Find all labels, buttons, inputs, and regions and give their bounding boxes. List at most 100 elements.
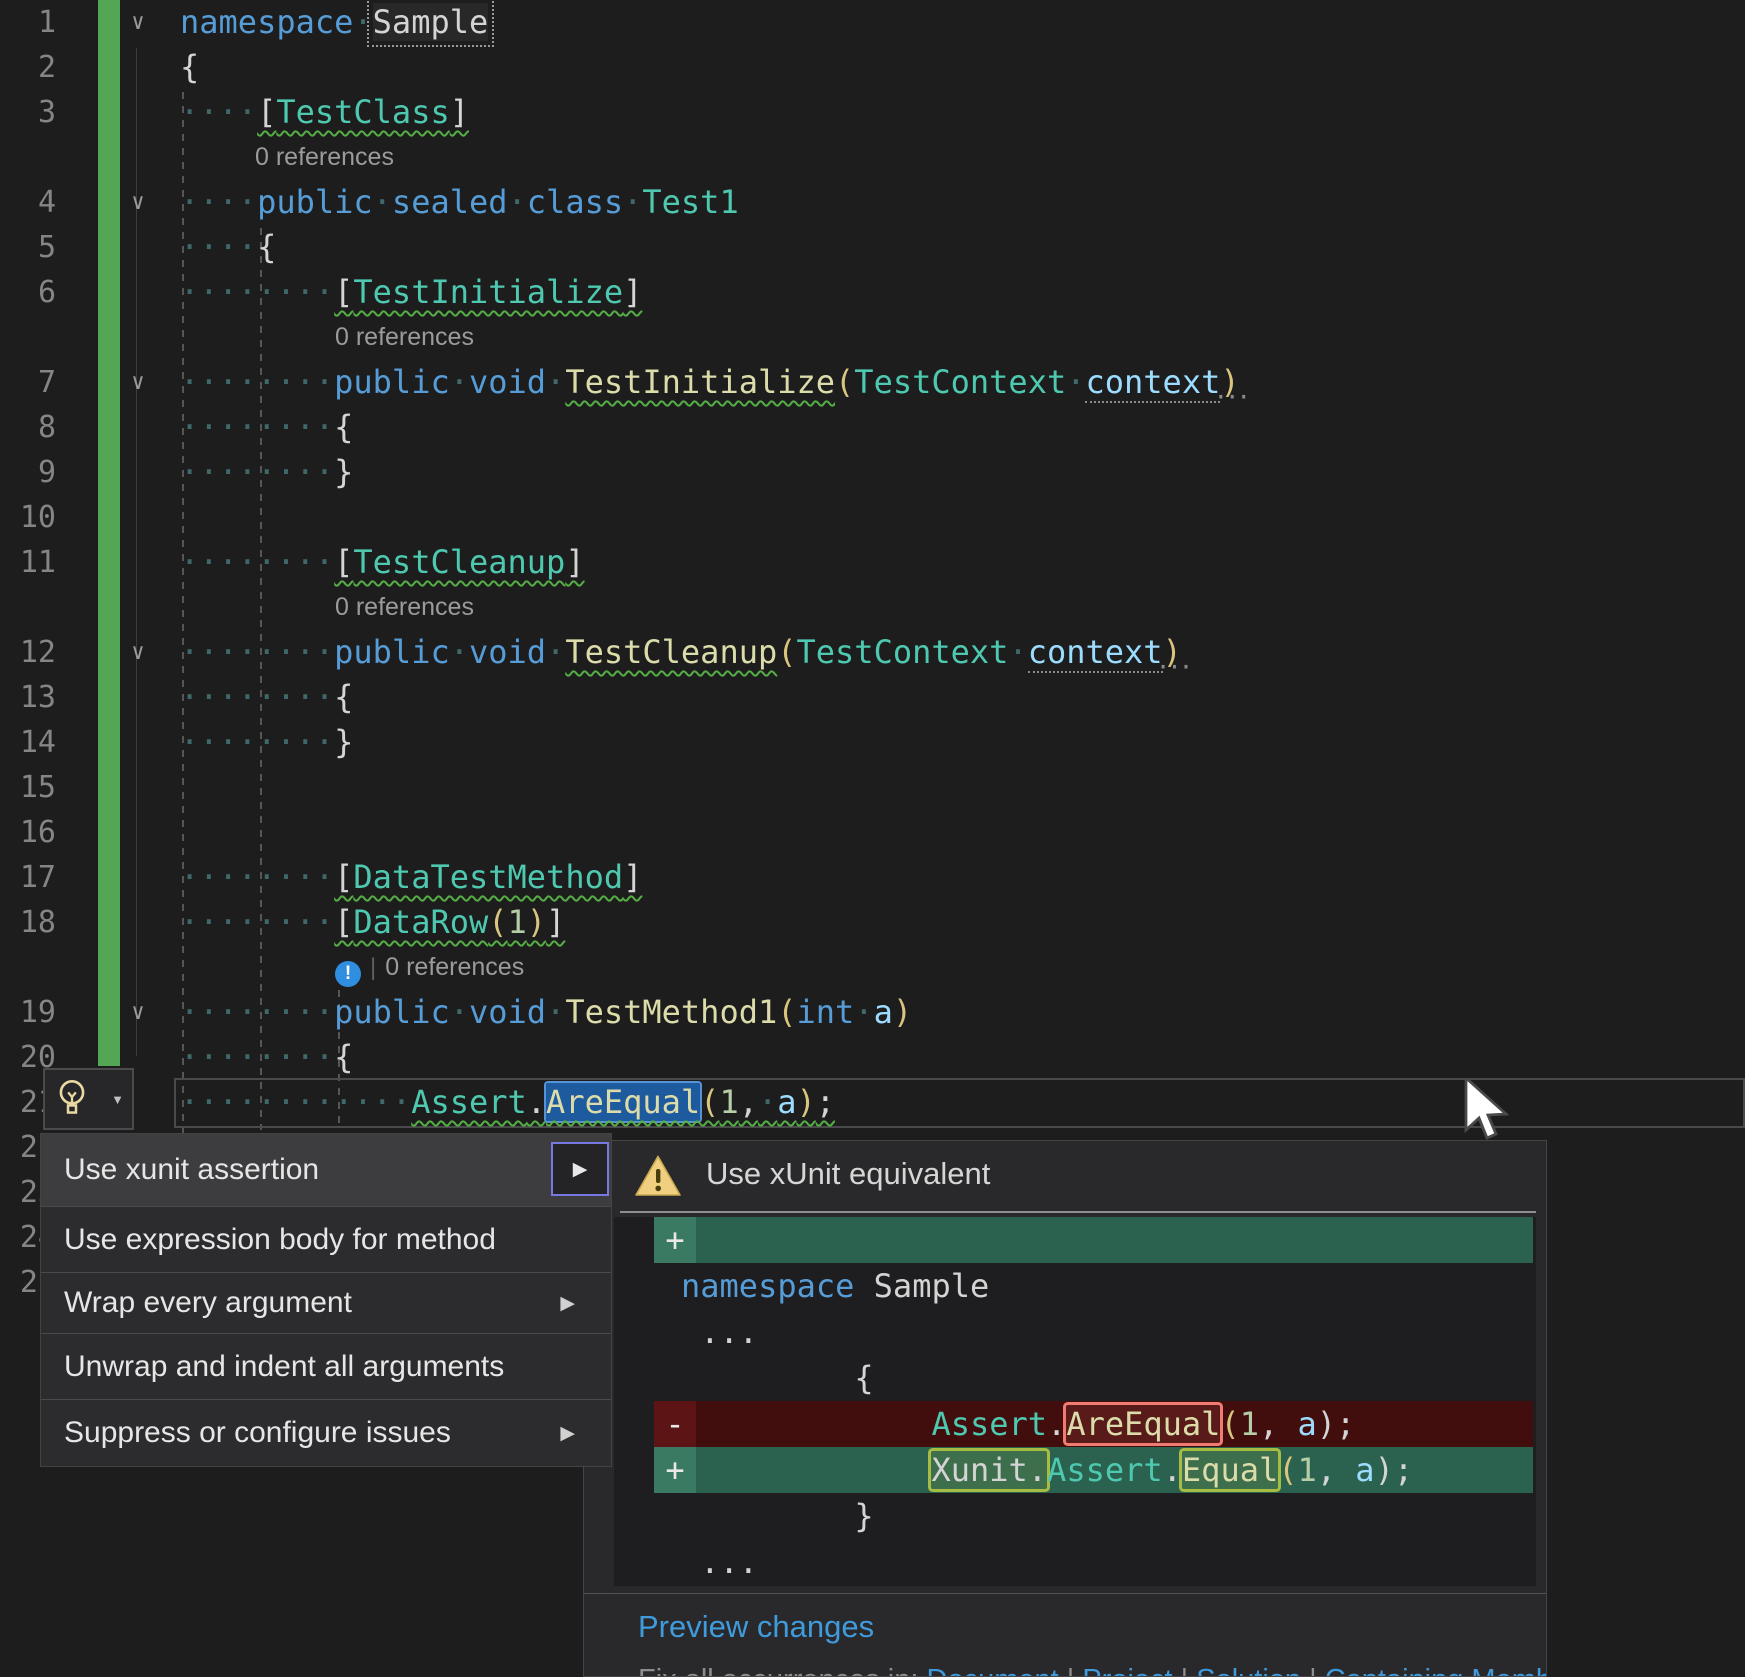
fold-chevron-icon[interactable]: ∨ bbox=[124, 0, 152, 45]
code-line[interactable]: 1∨namespace·Sample bbox=[0, 0, 1745, 45]
code-token: context bbox=[1028, 633, 1163, 673]
quick-actions-lightbulb[interactable]: ▼ bbox=[43, 1068, 134, 1130]
fix-all-occurrences-row[interactable]: Fix all occurrences in: Document | Proje… bbox=[638, 1664, 1547, 1677]
codelens-row[interactable]: 0 references bbox=[0, 135, 1745, 180]
line-number: 12 bbox=[0, 630, 56, 675]
code-token: AreEqual bbox=[1066, 1405, 1220, 1443]
code-token: { bbox=[681, 1359, 874, 1397]
menu-item[interactable]: Wrap every argument▶ bbox=[41, 1273, 611, 1333]
submenu-arrow-icon[interactable]: ▶ bbox=[551, 1142, 609, 1196]
code-token: ········ bbox=[180, 678, 334, 716]
code-token: ( bbox=[777, 633, 796, 671]
code-line[interactable]: 11········[TestCleanup] bbox=[0, 540, 1745, 585]
code-line[interactable]: 7∨········public·void·TestInitialize(Tes… bbox=[0, 360, 1745, 405]
line-number: 4 bbox=[0, 180, 56, 225]
code-line[interactable]: 20········{ bbox=[0, 1035, 1745, 1080]
code-line[interactable]: 8········{ bbox=[0, 405, 1745, 450]
line-number: 19 bbox=[0, 990, 56, 1035]
fix-all-scope-link[interactable]: Solution bbox=[1196, 1664, 1301, 1677]
menu-item[interactable]: Unwrap and indent all arguments bbox=[41, 1334, 611, 1399]
code-line[interactable]: 2{ bbox=[0, 45, 1745, 90]
code-token: [ bbox=[334, 903, 353, 941]
line-number: 13 bbox=[0, 675, 56, 720]
code-token: public bbox=[334, 993, 450, 1031]
code-line[interactable]: 4∨····public·sealed·class·Test1 bbox=[0, 180, 1745, 225]
code-token: ········ bbox=[180, 858, 334, 896]
diff-line-added: + Xunit.Assert.Equal(1, a); bbox=[614, 1447, 1536, 1493]
fix-all-separator: | bbox=[1301, 1664, 1325, 1677]
menu-item[interactable]: Use expression body for method bbox=[41, 1207, 611, 1272]
code-token: . bbox=[527, 1083, 546, 1121]
preview-separator bbox=[620, 1211, 1536, 1213]
code-token: ········ bbox=[180, 723, 334, 761]
lightbulb-icon[interactable] bbox=[53, 1077, 91, 1122]
code-token bbox=[681, 1405, 931, 1443]
code-token: [ bbox=[334, 273, 353, 311]
diff-line-context: { bbox=[614, 1355, 1536, 1401]
submenu-arrow-icon[interactable]: ▶ bbox=[560, 1292, 575, 1315]
fix-all-scope-link[interactable]: Containing Member bbox=[1325, 1664, 1547, 1677]
code-token: ········ bbox=[180, 273, 334, 311]
code-token bbox=[681, 1451, 931, 1489]
code-token: DataRow bbox=[353, 903, 488, 941]
code-text: ····{ bbox=[180, 225, 276, 270]
code-token: ] bbox=[565, 543, 584, 581]
lightbulb-dropdown-chevron-icon[interactable]: ▼ bbox=[111, 1092, 124, 1107]
diff-code-text: namespace Sample bbox=[681, 1263, 989, 1309]
code-line[interactable]: 13 ········{ bbox=[0, 675, 1745, 720]
codelens-row[interactable]: 0 references bbox=[0, 315, 1745, 360]
codelens-row[interactable]: !|0 references bbox=[0, 945, 1745, 990]
code-token: TestInitialize bbox=[353, 273, 623, 311]
code-line[interactable]: 10 bbox=[0, 495, 1745, 540]
code-token: ········ bbox=[180, 453, 334, 491]
code-text: ············Assert.AreEqual(1,·a); bbox=[180, 1080, 835, 1125]
preview-changes-link[interactable]: Preview changes bbox=[638, 1609, 874, 1645]
code-line[interactable]: 3····[TestClass] bbox=[0, 90, 1745, 135]
fold-chevron-icon[interactable]: ∨ bbox=[124, 630, 152, 675]
code-text: ········} bbox=[180, 450, 353, 495]
line-number: 5 bbox=[0, 225, 56, 270]
code-text: ········{ bbox=[180, 675, 353, 720]
fix-preview-popup: Use xUnit equivalent +namespace Sample .… bbox=[583, 1140, 1547, 1677]
code-token: } bbox=[681, 1497, 874, 1535]
code-token: public bbox=[334, 633, 450, 671]
fix-all-scope-link[interactable]: Project bbox=[1082, 1664, 1172, 1677]
code-token: ] bbox=[623, 273, 642, 311]
code-text: namespace·Sample bbox=[180, 0, 488, 45]
code-line[interactable]: 12∨········public·void·TestCleanup(TestC… bbox=[0, 630, 1745, 675]
fold-chevron-icon[interactable]: ∨ bbox=[124, 180, 152, 225]
code-token: ... bbox=[681, 1543, 758, 1581]
code-token: ( bbox=[700, 1083, 719, 1121]
code-token: Sample bbox=[854, 1267, 989, 1305]
menu-item[interactable]: Suppress or configure issues▶ bbox=[41, 1400, 611, 1466]
code-line[interactable]: 15 bbox=[0, 765, 1745, 810]
suggestion-info-icon[interactable]: ! bbox=[335, 961, 361, 987]
fix-all-scope-link[interactable]: Document bbox=[927, 1664, 1059, 1677]
code-token: · bbox=[623, 183, 642, 221]
code-line[interactable]: 19∨········public·void·TestMethod1(int·a… bbox=[0, 990, 1745, 1035]
code-line[interactable]: 16 bbox=[0, 810, 1745, 855]
code-line[interactable]: 17········[DataTestMethod] bbox=[0, 855, 1745, 900]
diff-band bbox=[654, 1217, 1533, 1263]
diff-line-removed: - Assert.AreEqual(1, a); bbox=[614, 1401, 1536, 1447]
fold-chevron-icon[interactable]: ∨ bbox=[124, 360, 152, 405]
fold-chevron-icon[interactable]: ∨ bbox=[124, 990, 152, 1035]
code-line[interactable]: 18········[DataRow(1)] bbox=[0, 900, 1745, 945]
code-line[interactable]: 14········} bbox=[0, 720, 1745, 765]
code-token: [ bbox=[334, 858, 353, 896]
codelens-text: 0 references bbox=[335, 585, 474, 630]
code-token: · bbox=[758, 1083, 777, 1121]
code-line[interactable]: 9········} bbox=[0, 450, 1745, 495]
code-token: ···· bbox=[180, 228, 257, 266]
code-token: Equal bbox=[1182, 1451, 1278, 1489]
code-line[interactable]: 6········[TestInitialize] bbox=[0, 270, 1745, 315]
code-token: } bbox=[334, 723, 353, 761]
menu-item[interactable]: Use xunit assertion▶ bbox=[41, 1134, 611, 1206]
code-token: namespace bbox=[681, 1267, 854, 1305]
code-line[interactable]: 5 ····{ bbox=[0, 225, 1745, 270]
code-token: ... bbox=[681, 1313, 758, 1351]
submenu-arrow-icon[interactable]: ▶ bbox=[560, 1422, 575, 1445]
code-token: · bbox=[546, 363, 565, 401]
codelens-row[interactable]: 0 references bbox=[0, 585, 1745, 630]
code-token: · bbox=[508, 183, 527, 221]
